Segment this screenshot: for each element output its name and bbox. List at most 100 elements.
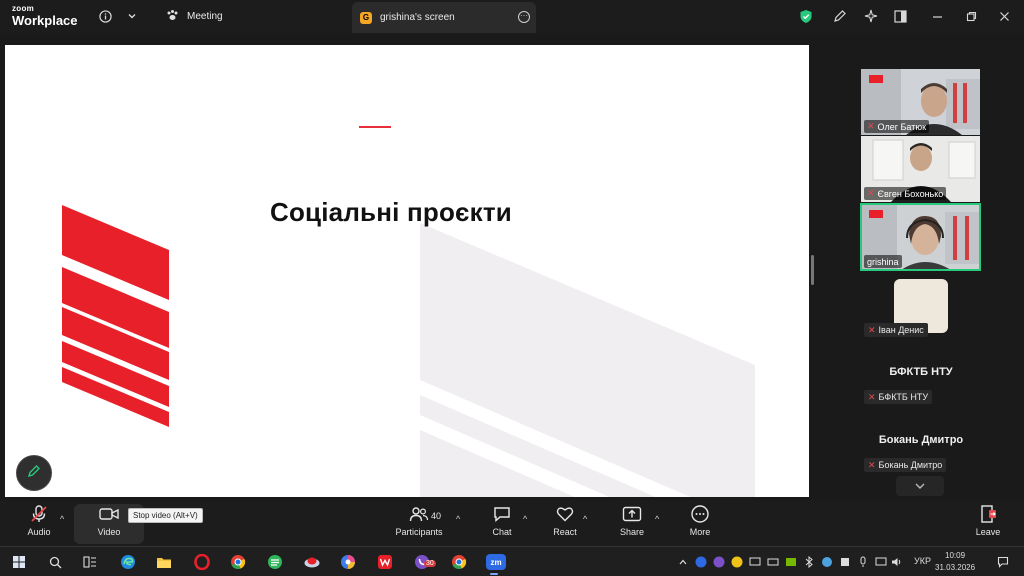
paw-icon [166,9,179,24]
system-clock[interactable]: 10:09 31.03.2026 [935,550,975,574]
video-tile[interactable]: ✕ Олег Батюк [861,69,980,135]
keyboard-tray-icon[interactable] [766,552,780,572]
annotate-button[interactable] [16,455,52,491]
tab-meeting[interactable]: Meeting [160,4,340,29]
participant-name: БФКТБ НТУ [878,392,929,402]
opera-icon[interactable] [192,552,212,572]
video-label: Video [97,527,121,537]
windows-taskbar: zm УКР 10:09 31.03.2026 [0,546,1024,576]
app-tray-icon[interactable] [838,552,852,572]
slide-title: Соціальні проєкти [270,197,512,227]
share-button[interactable]: Share [602,504,662,544]
zoom-logo: zoom Workplace [12,4,78,28]
chat-button[interactable]: Chat [472,504,532,544]
tab-shared-screen[interactable]: G grishina's screen ··· [352,2,536,33]
task-view-icon[interactable] [80,552,100,572]
video-tile[interactable]: ✕ Євген Бохонько [861,136,980,202]
audio-options-caret[interactable]: ^ [60,514,64,524]
more-button[interactable]: More [670,504,730,544]
colorful-app-icon[interactable] [338,552,358,572]
zoom-window: zoom Workplace Meeting G grishina's scre… [0,0,1024,576]
participants-button[interactable]: Participants [389,504,449,544]
slide-graphics [62,205,755,497]
network-icon[interactable] [874,552,888,572]
tile-name-label: ✕ Євген Бохонько [864,187,947,200]
display-tray-icon[interactable] [748,552,762,572]
participants-options-caret[interactable]: ^ [456,514,460,524]
logo-line1: zoom [12,4,35,13]
bluetooth-icon[interactable] [802,552,816,572]
shared-screen-slide: Соціальні проєкти [5,45,809,497]
edge-browser-icon[interactable] [118,552,138,572]
meeting-controls: Audio ^ Video Participants 40 ^ Chat ^ R… [0,500,1024,546]
share-screen-icon [622,504,642,524]
green-app-icon[interactable] [265,552,285,572]
react-button[interactable]: React [535,504,595,544]
participant-name: Євген Бохонько [877,188,944,199]
info-icon[interactable] [96,7,114,25]
pencil-icon [26,463,42,484]
chat-options-caret[interactable]: ^ [523,514,527,524]
keyboard-language[interactable]: УКР [914,556,931,566]
audio-button[interactable]: Audio [9,504,69,544]
share-options-caret[interactable]: ^ [655,514,659,524]
logo-line2: Workplace [12,13,78,28]
participant-name: Олег Батюк [877,121,927,132]
chevron-down-icon [914,479,926,493]
microphone-tray-icon[interactable] [856,552,870,572]
restore-icon[interactable] [962,7,980,25]
audio-label: Audio [27,527,51,537]
cloud-app-icon[interactable] [302,552,322,572]
search-icon[interactable] [45,552,65,572]
mic-muted-icon: ✕ [868,324,876,335]
video-tile-active-speaker[interactable]: grishina [860,203,981,271]
mic-muted-icon [29,504,49,524]
mic-muted-icon: ✕ [867,188,875,198]
notifications-icon[interactable] [995,552,1011,572]
show-hidden-icons[interactable] [676,552,690,572]
zoom-tray-icon[interactable] [694,552,708,572]
participant-name: Іван Денис [878,325,924,335]
tile-name-label: grishina [864,255,902,268]
more-label: More [689,527,711,537]
norton-tray-icon[interactable] [730,552,744,572]
volume-icon[interactable] [890,552,904,572]
leave-button[interactable]: Leave [958,504,1018,544]
title-bar: zoom Workplace Meeting G grishina's scre… [0,0,1024,33]
scroll-down-button[interactable] [896,476,944,496]
panel-resize-handle[interactable] [811,255,814,285]
file-explorer-icon[interactable] [154,552,174,572]
mic-muted-icon: ✕ [868,391,876,402]
participant-name-label: ✕ БФКТБ НТУ [864,390,933,404]
close-icon[interactable] [995,7,1013,25]
heart-icon [556,504,574,524]
chrome-icon[interactable] [449,552,469,572]
wps-office-icon[interactable] [375,552,395,572]
shield-icon[interactable] [797,7,815,25]
sharer-badge: G [360,11,372,24]
mic-muted-icon: ✕ [867,121,875,131]
chrome-icon[interactable] [228,552,248,572]
participant-display-name: Бокань Дмитро [878,434,964,446]
more-icon [691,504,709,524]
zoom-app-label: zm [486,554,506,570]
nvidia-tray-icon[interactable] [784,552,798,572]
video-camera-icon [99,504,119,524]
leave-door-icon [978,504,998,524]
notification-badge: 30 [424,560,436,567]
participant-name-label: ✕ Бокань Дмитро [864,458,947,472]
windows-start-icon[interactable] [9,552,29,572]
react-options-caret[interactable]: ^ [583,514,587,524]
viber-tray-icon[interactable] [712,552,726,572]
minimize-icon[interactable] [928,7,946,25]
zoom-taskbar-icon[interactable]: zm [484,552,508,575]
mic-muted-icon: ✕ [868,459,876,470]
video-tooltip: Stop video (Alt+V) [128,508,203,523]
app-tray-icon[interactable] [820,552,834,572]
tab-screen-label: grishina's screen [380,12,455,23]
view-layout-icon[interactable] [891,7,909,25]
annotate-pencil-icon[interactable] [831,7,849,25]
more-icon[interactable]: ··· [518,11,530,23]
chevron-down-icon[interactable] [123,7,141,25]
ai-companion-icon[interactable] [862,7,880,25]
